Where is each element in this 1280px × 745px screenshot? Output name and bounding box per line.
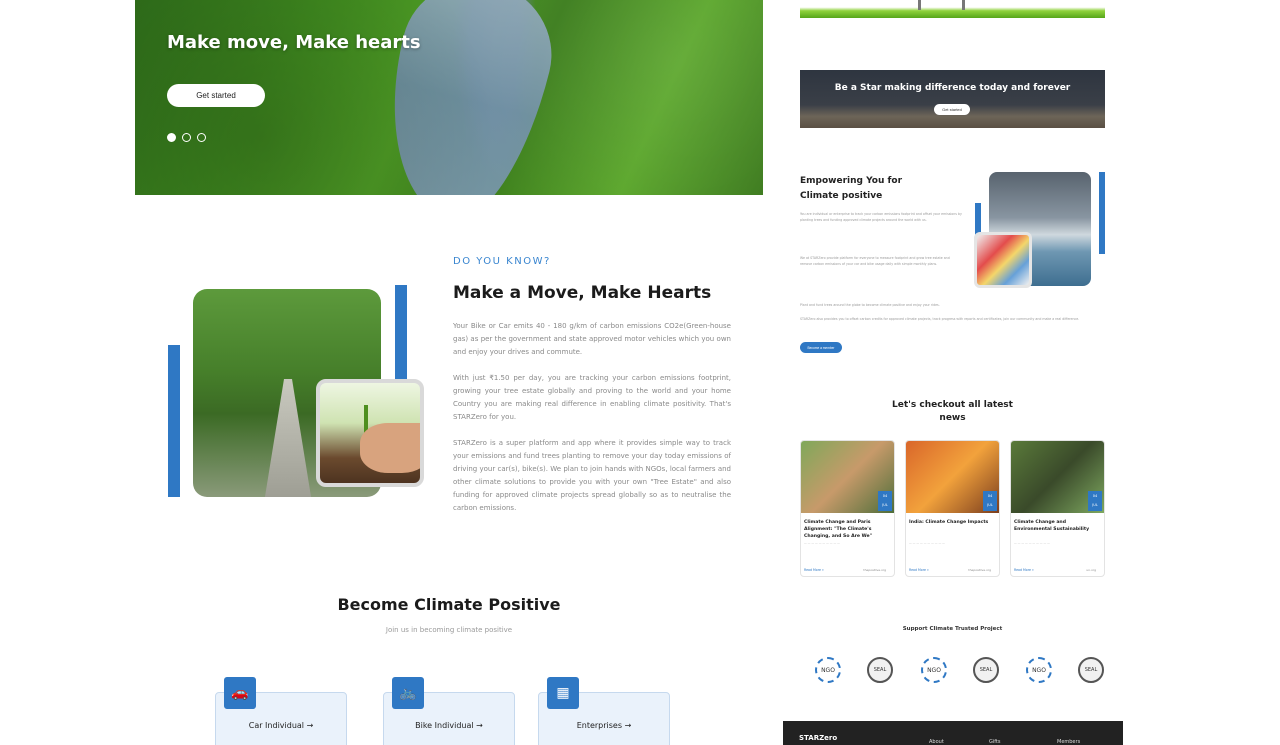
footer-link-about[interactable]: About (929, 739, 944, 745)
carousel-dot[interactable] (167, 133, 176, 142)
carousel-dot[interactable] (197, 133, 206, 142)
enterprises-card[interactable]: ▦ Enterprises → (538, 677, 670, 745)
accent-bar (1099, 172, 1105, 254)
ngo-logo[interactable]: NGO (921, 657, 947, 683)
carousel-dots (167, 133, 206, 142)
arrow-right-icon: → (476, 721, 483, 730)
seal-logo[interactable]: SEAL (973, 657, 999, 683)
footer-link-gifts[interactable]: Gifts (989, 739, 1001, 745)
ngo-logo[interactable]: NGO (815, 657, 841, 683)
arrow-right-icon: → (624, 721, 632, 730)
grass-strip-image (800, 0, 1105, 18)
card-label: Enterprises (576, 721, 623, 730)
card-label: Car Individual (248, 721, 305, 730)
read-more-link[interactable]: Read More » (1014, 568, 1034, 572)
news-source: un.org (1086, 568, 1096, 572)
footer-link-members[interactable]: Members (1057, 739, 1080, 745)
news-card[interactable]: 04 JUL India: Climate Change Impacts — — … (905, 440, 1000, 577)
news-card[interactable]: 04 JUL Climate Change and Paris Alignment… (800, 440, 895, 577)
climate-protest-image (974, 232, 1032, 288)
hero-title: Make move, Make hearts (167, 32, 421, 53)
card-label: Bike Individual (415, 721, 474, 730)
paragraph: You are individual or enterprise to trac… (800, 212, 962, 222)
news-image: 04 JUL (801, 441, 894, 513)
read-more-link[interactable]: Read More » (804, 568, 824, 572)
news-excerpt: — — — — — — — — — — (1014, 541, 1050, 545)
car-icon: 🚗 (224, 677, 256, 709)
empowering-images (972, 170, 1108, 290)
news-excerpt: — — — — — — — — — — (804, 541, 840, 545)
sapling-hands-image (316, 379, 424, 487)
did-you-know-images (168, 285, 428, 500)
news-source: thepositive.org (863, 568, 886, 572)
footer-brand[interactable]: STARZero (799, 734, 837, 742)
seal-logo[interactable]: SEAL (1078, 657, 1104, 683)
news-headline[interactable]: Climate Change and Environmental Sustain… (1014, 519, 1101, 533)
paragraph: We at STARZero provide platform for ever… (800, 256, 950, 266)
banner-get-started-button[interactable]: Get started (934, 104, 970, 115)
accent-bar (168, 345, 180, 497)
building-icon: ▦ (547, 677, 579, 709)
section-title: Make a Move, Make Hearts (453, 283, 712, 303)
car-individual-card[interactable]: 🚗 Car Individual → (215, 677, 347, 745)
paragraph: Plant and fund trees around the globe to… (800, 303, 940, 307)
news-image: 04 JUL (906, 441, 999, 513)
bike-icon: 🚲 (392, 677, 424, 709)
hero-get-started-button[interactable]: Get started (167, 84, 265, 107)
paragraph: With just ₹1.50 per day, you are trackin… (453, 374, 731, 421)
cta-banner: Be a Star making difference today and fo… (800, 70, 1105, 128)
section-kicker: DO YOU KNOW? (453, 256, 551, 267)
paragraph: STARZero is a super platform and app whe… (453, 439, 731, 512)
ngo-logo[interactable]: NGO (1026, 657, 1052, 683)
hero-carousel: Make move, Make hearts Get started (135, 0, 763, 195)
paragraph: STARZero also provides you to offset car… (800, 317, 1080, 321)
carousel-dot[interactable] (182, 133, 191, 142)
paragraph: Your Bike or Car emits 40 - 180 g/km of … (453, 322, 731, 356)
become-title: Become Climate Positive (337, 595, 561, 614)
news-source: thepositive.org (968, 568, 991, 572)
support-title: Support Climate Trusted Project (902, 626, 1003, 632)
news-headline[interactable]: Climate Change and Paris Alignment: "The… (804, 519, 891, 540)
empowering-title: Empowering You for Climate positive (800, 176, 903, 201)
news-image: 04 JUL (1011, 441, 1104, 513)
arrow-right-icon: → (306, 721, 314, 730)
news-card[interactable]: 04 JUL Climate Change and Environmental S… (1010, 440, 1105, 577)
bike-individual-card[interactable]: 🚲 Bike Individual → (383, 677, 515, 745)
become-subtitle: Join us in becoming climate positive (385, 626, 513, 634)
seal-logo[interactable]: SEAL (867, 657, 893, 683)
footer: STARZero About Gifts Members (783, 721, 1123, 745)
news-headline[interactable]: India: Climate Change Impacts (909, 519, 996, 526)
news-title: Let's checkout all latest news (892, 400, 1013, 423)
read-more-link[interactable]: Read More » (909, 568, 929, 572)
news-excerpt: — — — — — — — — — — (909, 541, 945, 545)
become-member-button[interactable]: Become a member (800, 342, 842, 353)
news-date: 04 JUL (878, 491, 892, 511)
news-date: 04 JUL (983, 491, 997, 511)
banner-title: Be a Star making difference today and fo… (834, 83, 1071, 93)
news-date: 04 JUL (1088, 491, 1102, 511)
